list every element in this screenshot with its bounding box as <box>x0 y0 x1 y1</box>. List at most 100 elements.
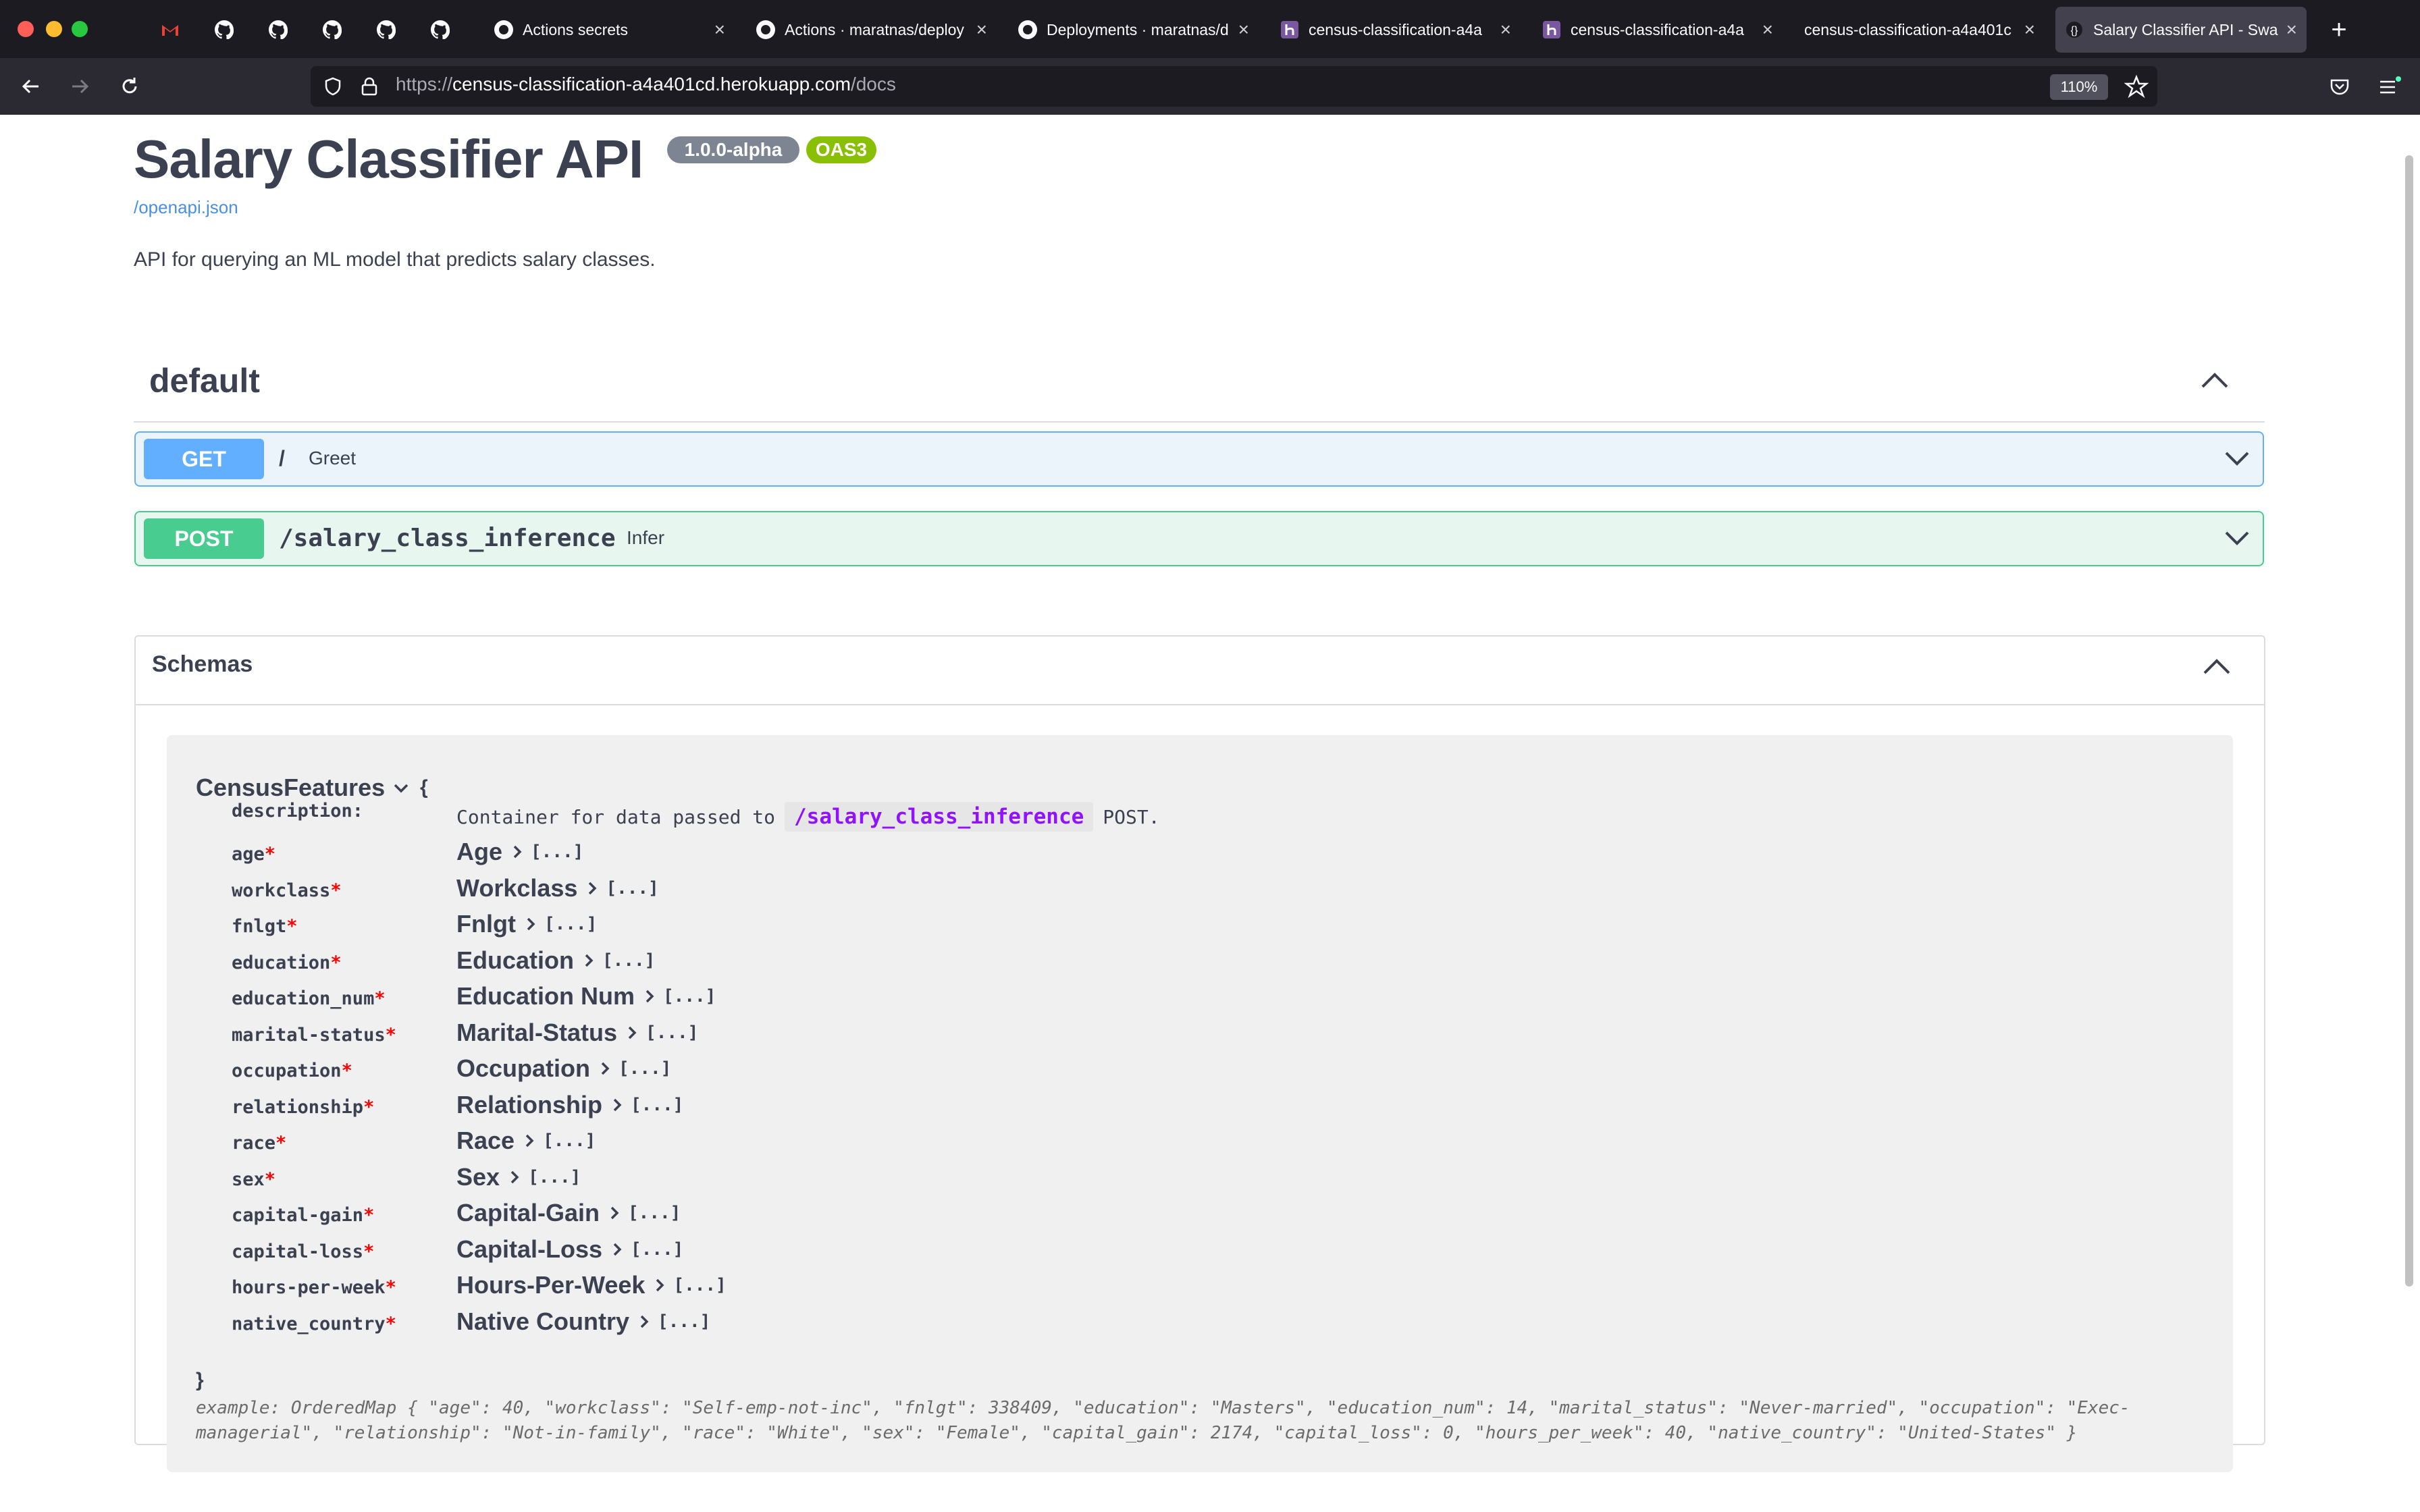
back-button[interactable] <box>12 68 50 105</box>
star-icon[interactable] <box>2124 74 2149 99</box>
property-type[interactable]: Relationship [...] <box>456 1091 683 1119</box>
chevron-right-icon[interactable] <box>524 1133 535 1148</box>
required-marker: * <box>264 1169 276 1190</box>
chevron-right-icon[interactable] <box>609 1206 620 1220</box>
property-type[interactable]: Capital-Gain [...] <box>456 1199 681 1227</box>
property-type[interactable]: Age [...] <box>456 838 583 866</box>
property-type[interactable]: Sex [...] <box>456 1163 581 1191</box>
close-tab-icon[interactable]: × <box>714 19 725 40</box>
zoom-window-button[interactable] <box>72 21 88 37</box>
property-type[interactable]: Marital-Status [...] <box>456 1019 698 1047</box>
reload-button[interactable] <box>111 68 149 105</box>
expand-placeholder[interactable]: [...] <box>631 1095 683 1115</box>
tag-section-default[interactable]: default <box>149 361 260 400</box>
operation-post-infer[interactable]: POST /salary_class_inference Infer <box>134 511 2264 566</box>
property-name: capital-gain* <box>232 1205 374 1226</box>
chevron-down-icon[interactable] <box>393 782 409 795</box>
chevron-up-icon[interactable] <box>2202 655 2232 676</box>
expand-placeholder[interactable]: [...] <box>606 878 658 898</box>
expand-placeholder[interactable]: [...] <box>631 1239 683 1260</box>
openapi-json-link[interactable]: /openapi.json <box>134 197 238 218</box>
operation-get-greet[interactable]: GET / Greet <box>134 431 2264 487</box>
property-type[interactable]: Workclass [...] <box>456 874 659 902</box>
method-badge: GET <box>144 439 264 479</box>
schemas-title[interactable]: Schemas <box>152 651 253 678</box>
chevron-down-icon[interactable] <box>2224 448 2251 468</box>
chevron-right-icon[interactable] <box>612 1098 623 1112</box>
chevron-right-icon[interactable] <box>512 844 523 859</box>
chevron-right-icon[interactable] <box>627 1025 637 1040</box>
tab-heroku-2[interactable]: census-classification-a4a × <box>1533 7 1783 53</box>
tab-github-4[interactable] <box>362 7 411 53</box>
expand-placeholder[interactable]: [...] <box>628 1203 681 1223</box>
expand-placeholder[interactable]: [...] <box>544 914 597 934</box>
property-type[interactable]: Education [...] <box>456 946 655 975</box>
chevron-right-icon[interactable] <box>654 1278 665 1293</box>
tab-census[interactable]: census-classification-a4a401c × <box>1795 7 2045 53</box>
tab-deployments[interactable]: Deployments · maratnas/d × <box>1009 7 1259 53</box>
forward-button[interactable] <box>61 68 99 105</box>
chevron-right-icon[interactable] <box>600 1061 610 1076</box>
close-tab-icon[interactable]: × <box>1500 19 1511 40</box>
required-marker: * <box>286 916 298 937</box>
chevron-right-icon[interactable] <box>644 989 655 1004</box>
property-name: education* <box>232 952 342 973</box>
api-title: Salary Classifier API <box>134 129 643 189</box>
expand-placeholder[interactable]: [...] <box>658 1312 710 1332</box>
tab-label: census-classification-a4a401c <box>1804 20 2011 38</box>
property-type[interactable]: Capital-Loss [...] <box>456 1235 683 1264</box>
close-window-button[interactable] <box>18 21 34 37</box>
expand-placeholder[interactable]: [...] <box>646 1023 698 1043</box>
expand-placeholder[interactable]: [...] <box>673 1275 726 1295</box>
close-tab-icon[interactable]: × <box>1762 19 1773 40</box>
expand-placeholder[interactable]: [...] <box>528 1167 581 1187</box>
close-tab-icon[interactable]: × <box>2286 19 2297 40</box>
property-type[interactable]: Native Country [...] <box>456 1307 710 1336</box>
close-tab-icon[interactable]: × <box>976 19 987 40</box>
expand-placeholder[interactable]: [...] <box>663 986 716 1006</box>
description-code: /salary_class_inference <box>785 802 1094 832</box>
tab-actions-secrets[interactable]: Actions secrets × <box>485 7 735 53</box>
shield-icon[interactable] <box>323 76 343 97</box>
tab-gmail[interactable] <box>146 7 194 53</box>
pocket-icon[interactable] <box>2328 76 2351 99</box>
chevron-right-icon[interactable] <box>525 917 536 932</box>
property-type[interactable]: Hours-Per-Week [...] <box>456 1271 727 1299</box>
tab-github-2[interactable] <box>254 7 302 53</box>
property-type[interactable]: Fnlgt [...] <box>456 910 597 938</box>
operation-summary: Greet <box>309 448 357 468</box>
chevron-right-icon[interactable] <box>509 1170 520 1185</box>
chevron-up-icon[interactable] <box>2200 369 2230 389</box>
expand-placeholder[interactable]: [...] <box>602 950 655 971</box>
chevron-right-icon[interactable] <box>639 1314 650 1329</box>
new-tab-button[interactable]: + <box>2319 7 2359 53</box>
property-type[interactable]: Occupation [...] <box>456 1054 671 1083</box>
close-tab-icon[interactable]: × <box>1238 19 1249 40</box>
property-type-label: Relationship <box>456 1091 603 1118</box>
tab-actions-deploy[interactable]: Actions · maratnas/deploy × <box>747 7 997 53</box>
chevron-right-icon[interactable] <box>583 953 594 968</box>
zoom-level-button[interactable]: 110% <box>2050 74 2108 100</box>
minimize-window-button[interactable] <box>46 21 62 37</box>
property-type[interactable]: Race [...] <box>456 1127 596 1155</box>
close-tab-icon[interactable]: × <box>2024 19 2035 40</box>
expand-placeholder[interactable]: [...] <box>619 1058 671 1079</box>
required-marker: * <box>363 1205 375 1226</box>
tab-heroku-1[interactable]: census-classification-a4a × <box>1271 7 1521 53</box>
chevron-right-icon[interactable] <box>587 881 598 896</box>
lock-icon[interactable] <box>360 76 379 97</box>
expand-placeholder[interactable]: [...] <box>543 1131 596 1151</box>
url-text[interactable]: https://census-classification-a4a401cd.h… <box>396 74 896 95</box>
chevron-down-icon[interactable] <box>2224 527 2251 547</box>
chevron-right-icon[interactable] <box>612 1242 623 1257</box>
tab-github-1[interactable] <box>200 7 248 53</box>
menu-icon[interactable] <box>2377 76 2401 99</box>
tab-github-3[interactable] <box>308 7 357 53</box>
github-icon <box>756 20 775 39</box>
model-title[interactable]: CensusFeatures <box>196 774 385 802</box>
expand-placeholder[interactable]: [...] <box>531 842 583 862</box>
property-type[interactable]: Education Num [...] <box>456 982 716 1010</box>
page-scrollbar[interactable] <box>2405 155 2413 1287</box>
tab-github-5[interactable] <box>416 7 465 53</box>
tab-salary-classifier[interactable]: {} Salary Classifier API - Swa × <box>2055 7 2307 53</box>
